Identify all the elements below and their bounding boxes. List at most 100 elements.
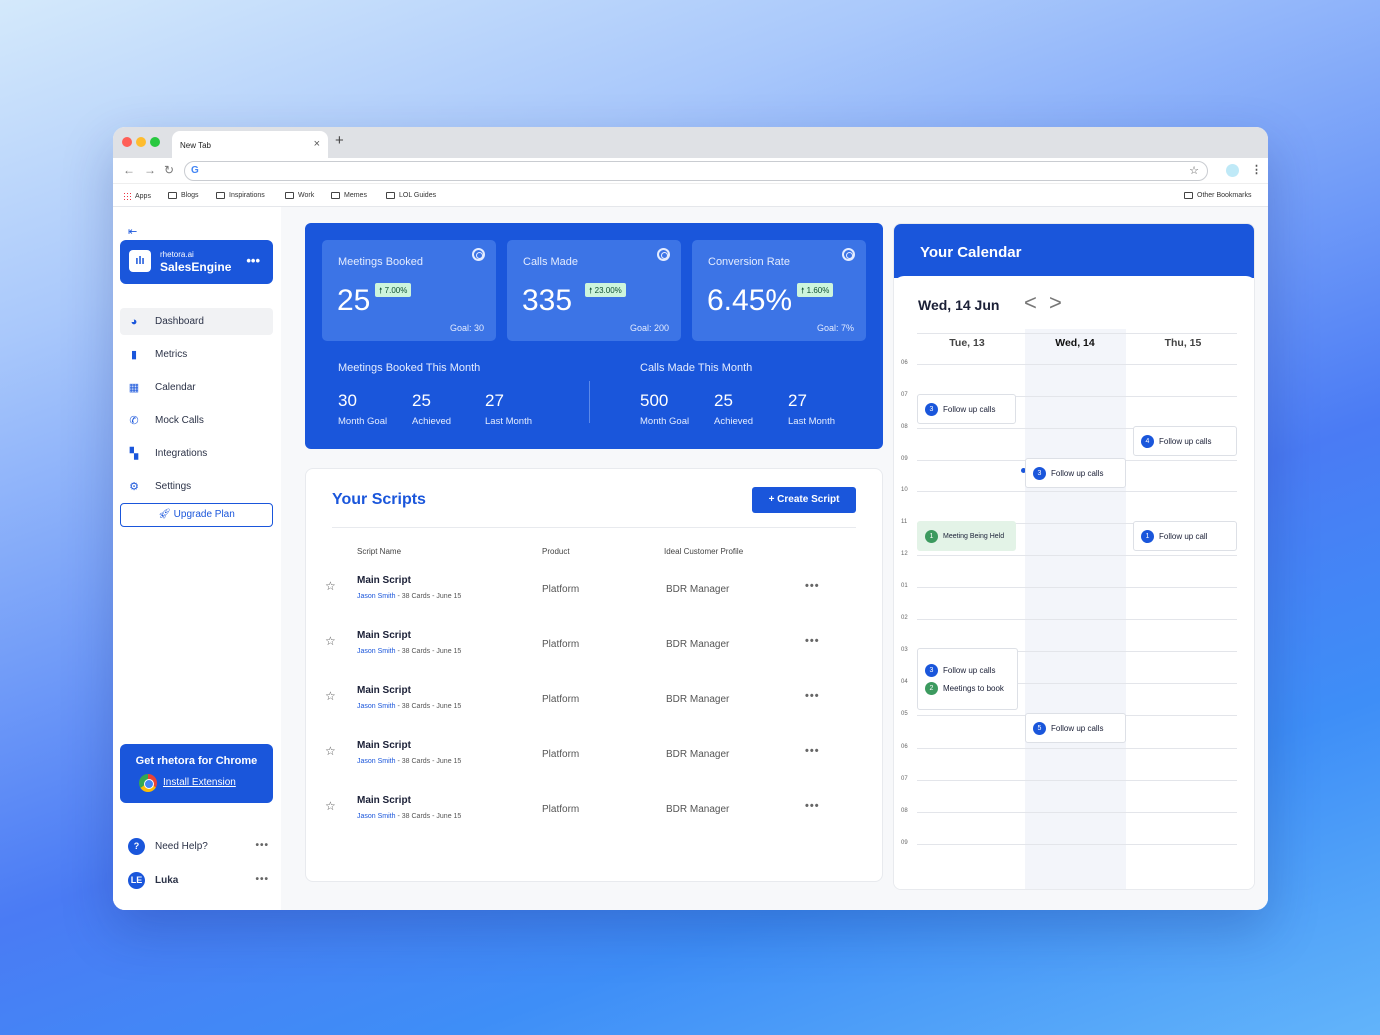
calendar-event[interactable]: 4 Follow up calls — [1133, 426, 1237, 456]
star-icon[interactable]: ☆ — [325, 634, 336, 648]
column-header-script-name[interactable]: Script Name — [357, 547, 401, 556]
upgrade-plan-button[interactable]: 🚀︎ Upgrade Plan — [120, 503, 273, 527]
stats-panel: Meetings Booked 25 🠕 7.00% Goal: 30 Call… — [305, 223, 883, 449]
sidebar-item-calendar[interactable]: ▦ Calendar — [120, 374, 273, 401]
target-icon — [842, 248, 855, 261]
next-day-icon[interactable]: > — [1049, 290, 1062, 316]
calendar-event[interactable]: 3 Follow up calls — [918, 663, 995, 677]
bookmark-other[interactable]: Other Bookmarks — [1184, 192, 1251, 199]
forward-icon[interactable]: → — [144, 163, 156, 177]
stat-goal: Goal: 30 — [449, 323, 484, 333]
close-tab-icon[interactable]: × — [314, 138, 320, 150]
more-icon[interactable]: ••• — [805, 580, 820, 592]
divider — [332, 527, 856, 528]
bar-chart-icon: ▮ — [130, 348, 138, 361]
month-label: Last Month — [788, 416, 835, 427]
star-icon[interactable]: ☆ — [325, 689, 336, 703]
month-value: 25 — [714, 391, 733, 410]
hour-label: 07 — [901, 776, 908, 782]
more-icon[interactable]: ••• — [805, 745, 820, 757]
day-header-thu[interactable]: Thu, 15 — [1133, 337, 1233, 349]
more-icon[interactable]: ••• — [805, 635, 820, 647]
hour-gridline — [917, 555, 1237, 556]
column-header-icp[interactable]: Ideal Customer Profile — [664, 547, 743, 556]
close-window-dot[interactable] — [122, 137, 132, 147]
day-header-wed[interactable]: Wed, 14 — [1025, 337, 1125, 349]
calendar-event[interactable]: 3 Follow up calls — [917, 394, 1016, 424]
more-icon[interactable]: ••• — [246, 253, 260, 268]
bookmark-memes[interactable]: Memes — [331, 192, 367, 199]
sidebar-item-mock-calls[interactable]: ✆ Mock Calls — [120, 407, 273, 434]
event-count-badge: 1 — [1141, 529, 1154, 543]
table-row[interactable]: ☆ Main Script Jason Smith - 38 Cards - Jun… — [306, 565, 884, 620]
browser-menu-icon[interactable]: ⋮ — [1251, 163, 1262, 176]
month-value: 27 — [485, 391, 504, 410]
column-header-product[interactable]: Product — [542, 547, 570, 556]
tab-title: New Tab — [180, 141, 211, 150]
browser-tab[interactable]: New Tab × — [172, 131, 328, 158]
table-row[interactable]: ☆ Main Script Jason Smith - 38 Cards - Jun… — [306, 785, 884, 840]
phone-icon: ✆ — [129, 414, 139, 427]
hour-gridline — [917, 748, 1237, 749]
calendar-event[interactable]: 1 Meeting Being Held — [917, 521, 1016, 551]
table-row[interactable]: ☆ Main Script Jason Smith - 38 Cards - Jun… — [306, 675, 884, 730]
calendar-event[interactable]: 3 Follow up calls — [1025, 458, 1126, 488]
script-author[interactable]: Jason Smith — [357, 813, 396, 820]
table-row[interactable]: ☆ Main Script Jason Smith - 38 Cards - Jun… — [306, 620, 884, 675]
script-author[interactable]: Jason Smith — [357, 593, 396, 600]
month-label: Last Month — [485, 416, 532, 427]
more-icon[interactable]: ••• — [255, 840, 269, 851]
event-count-badge: 1 — [925, 529, 938, 543]
bookmark-apps[interactable]: Apps — [123, 192, 151, 200]
bookmark-blogs[interactable]: Blogs — [168, 192, 199, 199]
sidebar-item-dashboard[interactable]: ◕ Dashboard — [120, 308, 273, 335]
collapse-sidebar-icon[interactable]: ⇤ — [128, 225, 137, 238]
sidebar-item-integrations[interactable]: ▚ Integrations — [120, 440, 273, 467]
script-author[interactable]: Jason Smith — [357, 758, 396, 765]
hour-label: 05 — [901, 711, 908, 717]
star-icon[interactable]: ☆ — [325, 744, 336, 758]
url-input[interactable]: G ☆ — [184, 161, 1208, 181]
hour-label: 09 — [901, 456, 908, 462]
day-header-tue[interactable]: Tue, 13 — [917, 337, 1017, 349]
month-value: 25 — [412, 391, 431, 410]
table-row[interactable]: ☆ Main Script Jason Smith - 38 Cards - Jun… — [306, 730, 884, 785]
calendar-date: Wed, 14 Jun — [918, 297, 1000, 313]
maximize-window-dot[interactable] — [150, 137, 160, 147]
user-menu[interactable]: LE Luka ••• — [120, 867, 273, 893]
more-icon[interactable]: ••• — [805, 800, 820, 812]
more-icon[interactable]: ••• — [805, 690, 820, 702]
stat-label: Conversion Rate — [708, 256, 790, 268]
bookmark-work[interactable]: Work — [285, 192, 314, 199]
script-author[interactable]: Jason Smith — [357, 703, 396, 710]
sidebar-item-settings[interactable]: ⚙ Settings — [120, 473, 273, 500]
calendar-event-group[interactable]: 3 Follow up calls 2 Meetings to book — [917, 648, 1018, 710]
reload-icon[interactable]: ↻ — [164, 163, 174, 177]
prev-day-icon[interactable]: < — [1024, 290, 1037, 316]
calendar-event[interactable]: 1 Follow up call — [1133, 521, 1237, 551]
sidebar-item-metrics[interactable]: ▮ Metrics — [120, 341, 273, 368]
calendar-event[interactable]: 5 Follow up calls — [1025, 713, 1126, 743]
create-script-button[interactable]: + Create Script — [752, 487, 856, 513]
bookmark-lol-guides[interactable]: LOL Guides — [386, 192, 436, 199]
today-column — [1025, 329, 1126, 889]
bookmark-star-icon[interactable]: ☆ — [1189, 164, 1199, 177]
workspace-switcher[interactable]: ılı rhetora.ai SalesEngine ••• — [120, 240, 273, 284]
bookmark-inspirations[interactable]: Inspirations — [216, 192, 265, 199]
script-author[interactable]: Jason Smith — [357, 648, 396, 655]
back-icon[interactable]: ← — [123, 163, 135, 177]
star-icon[interactable]: ☆ — [325, 579, 336, 593]
minimize-window-dot[interactable] — [136, 137, 146, 147]
event-label: Meetings to book — [943, 683, 1004, 693]
new-tab-icon[interactable]: + — [335, 132, 344, 149]
need-help-item[interactable]: ? Need Help? ••• — [120, 833, 273, 859]
month-value: 30 — [338, 391, 357, 410]
install-extension-link[interactable]: Install Extension — [163, 777, 236, 788]
calendar-event[interactable]: 2 Meetings to book — [918, 681, 1004, 695]
star-icon[interactable]: ☆ — [325, 799, 336, 813]
calls-month-title: Calls Made This Month — [640, 362, 753, 374]
stat-goal: Goal: 7% — [816, 323, 854, 333]
more-icon[interactable]: ••• — [255, 874, 269, 885]
hour-label: 06 — [901, 360, 908, 366]
profile-avatar[interactable] — [1226, 164, 1239, 177]
